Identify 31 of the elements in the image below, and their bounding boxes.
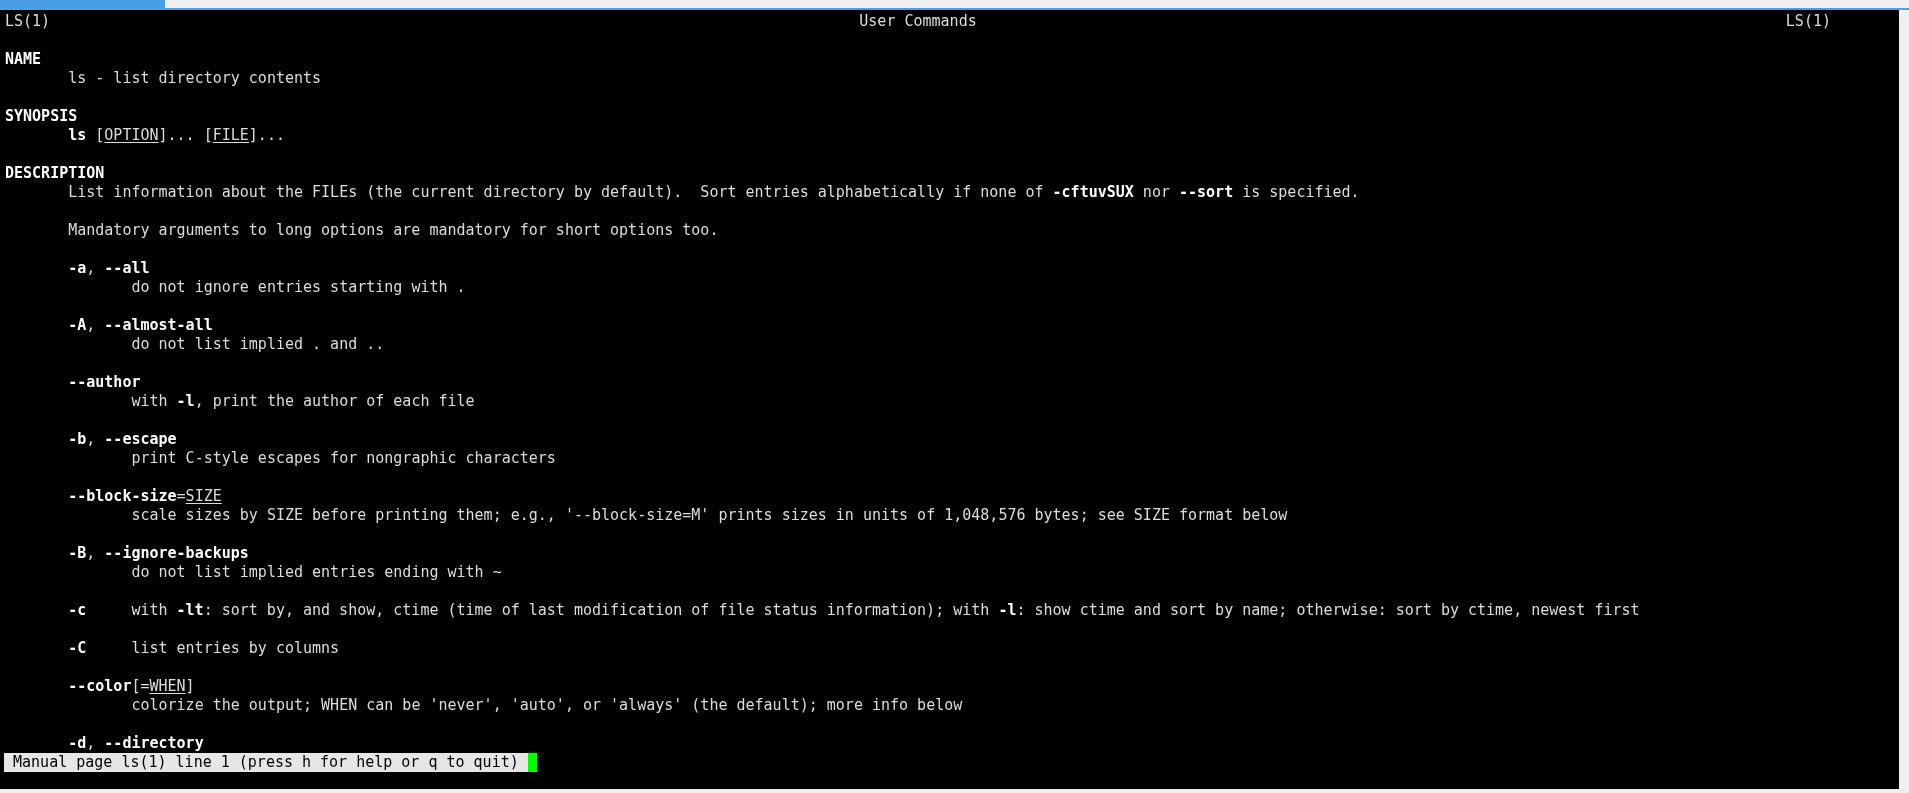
cursor-icon bbox=[527, 753, 537, 772]
option-description: do not list implied . and .. bbox=[131, 335, 385, 354]
man-text-line: --color[=WHEN] bbox=[68, 677, 195, 696]
option-description: do not ignore entries starting with . bbox=[131, 278, 466, 297]
man-text-line: --author bbox=[68, 373, 141, 392]
option-description: with -l, print the author of each file bbox=[131, 392, 475, 411]
man-text-line: -A, --almost-all bbox=[68, 316, 213, 335]
active-tab[interactable] bbox=[0, 0, 165, 8]
man-text-line: -B, --ignore-backups bbox=[68, 544, 249, 563]
man-text-line: -a, --all bbox=[68, 259, 150, 278]
man-text-line: ls - list directory contents bbox=[68, 69, 322, 88]
man-text-line: -d, --directory bbox=[68, 734, 204, 753]
option-description: colorize the output; WHEN can be 'never', 'auto', or 'always' (the default); more info below bbox=[131, 696, 963, 715]
option-description: print C-style escapes for nongraphic characters bbox=[131, 449, 556, 468]
man-page-id: LS(1) bbox=[1785, 12, 1831, 31]
man-text-line: --block-size=SIZE bbox=[68, 487, 222, 506]
option-flag-label: -c bbox=[68, 601, 87, 619]
section-heading: SYNOPSIS bbox=[5, 107, 78, 126]
option-description: do not list implied entries ending with ~ bbox=[131, 563, 502, 582]
option-description: with -lt: sort by, and show, ctime (time of last modification of file status information); with -l: show ctime and sort by name; otherwise: sort by ctime, newest first bbox=[131, 601, 1640, 620]
man-section-title: User Commands bbox=[859, 12, 977, 31]
man-page-id: LS(1) bbox=[5, 12, 51, 31]
section-heading: NAME bbox=[5, 50, 42, 69]
option-flag-label: -C bbox=[68, 639, 87, 657]
man-text-line: -b, --escape bbox=[68, 430, 177, 449]
man-text-line: List information about the FILEs (the current directory by default). Sort entries alphabetically if none of -cftuvSUX nor --sort is specified. bbox=[68, 183, 1360, 202]
man-text-line: Mandatory arguments to long options are mandatory for short options too. bbox=[68, 221, 719, 240]
option-description: scale sizes by SIZE before printing them; e.g., '--block-size=M' prints sizes in units of 1,048,576 bytes; see SIZE format below bbox=[131, 506, 1288, 525]
section-heading: DESCRIPTION bbox=[5, 164, 105, 183]
man-text-line: ls [OPTION]... [FILE]... bbox=[68, 126, 285, 145]
option-description: list entries by columns bbox=[131, 639, 340, 658]
